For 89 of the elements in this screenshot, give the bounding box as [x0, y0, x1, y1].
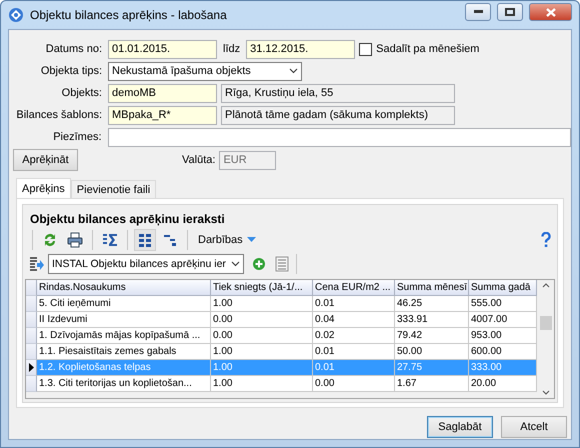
template-code-field[interactable]: MBpaka_R* [108, 106, 217, 124]
table-cell: 5. Citi ieņēmumi [37, 296, 211, 312]
list-icon[interactable] [274, 256, 290, 272]
table-cell: 953.00 [469, 328, 537, 344]
group-title: Objektu bilances aprēķinu ieraksti [30, 212, 226, 228]
printer-icon [67, 232, 83, 248]
date-to-field[interactable]: 31.12.2015. [246, 40, 356, 58]
sum-icon [102, 232, 118, 248]
app-icon [8, 7, 24, 23]
template-name-field: Plānotā tāme gadam (sākuma komplekts) [221, 106, 455, 124]
object-code-field[interactable]: demoMB [108, 84, 217, 102]
cancel-button[interactable]: Atcelt [501, 416, 567, 438]
notes-field[interactable] [108, 128, 571, 146]
tab[interactable]: Pievienotie faili [70, 180, 156, 198]
field-label: Bilances šablons: [15, 109, 102, 121]
save-button[interactable]: Saglabāt [427, 416, 493, 438]
column-header[interactable]: Tiek sniegts (Jā-1/... [211, 280, 313, 296]
tab[interactable]: Aprēķins [16, 178, 71, 198]
object-type-dropdown[interactable]: Nekustamā īpašuma objekts [108, 62, 302, 80]
table-cell: 0.00 [211, 328, 313, 344]
table-cell: 0.00 [211, 312, 313, 328]
table-cell: 50.00 [395, 344, 469, 360]
table-cell: 1. Dzīvojamās mājas kopīpašumā ... [37, 328, 211, 344]
field-label: Piezīmes: [52, 131, 102, 143]
table-cell: 20.00 [469, 376, 537, 392]
header-corner [26, 280, 37, 296]
column-header[interactable]: Cena EUR/m2 ... [313, 280, 395, 296]
table-cell: 333.00 [469, 360, 537, 376]
column-header[interactable]: Rindas.Nosaukums [37, 280, 211, 296]
current-row-icon [28, 363, 34, 372]
field-label: Valūta: [182, 154, 216, 166]
field-label: Objekts: [60, 87, 102, 99]
table-cell: 46.25 [395, 296, 469, 312]
table-cell: 0.01 [313, 296, 395, 312]
chevron-down-icon [289, 68, 298, 74]
table-cell: II Izdevumi [37, 312, 211, 328]
column-header[interactable]: Summa mēnesī [395, 280, 469, 296]
table-cell: 1.00 [211, 296, 313, 312]
field-label: Datums no: [44, 43, 102, 55]
table-cell: 0.00 [313, 376, 395, 392]
table-cell: 79.42 [395, 328, 469, 344]
add-icon[interactable] [252, 257, 266, 271]
window-title: Objektu bilances aprēķins - labošana [30, 8, 228, 22]
refresh-icon [42, 232, 58, 248]
column-header[interactable]: Summa gadā [469, 280, 537, 296]
caret-down-icon [246, 237, 256, 243]
table-cell: 0.01 [313, 360, 395, 376]
table-cell: 1.1. Piesaistītais zemes gabals [37, 344, 211, 360]
scroll-up-icon[interactable] [542, 283, 550, 288]
table-cell: 4007.00 [469, 312, 537, 328]
minimize-button[interactable] [465, 3, 491, 21]
view-dropdown[interactable]: INSTAL Objektu bilances aprēķinu ier [48, 254, 244, 274]
columns-icon [137, 232, 153, 248]
table-cell: 333.91 [395, 312, 469, 328]
vertical-scrollbar[interactable] [538, 280, 554, 398]
close-icon [546, 8, 556, 16]
scrollbar-thumb[interactable] [540, 316, 552, 330]
checkbox-label: Sadalīt pa mēnešiem [376, 43, 480, 55]
table-cell: 555.00 [469, 296, 537, 312]
maximize-icon [505, 8, 515, 16]
toolbar-button[interactable] [134, 229, 156, 251]
table-cell: 27.75 [395, 360, 469, 376]
table-cell: 1.2. Koplietošanas telpas [37, 360, 211, 376]
maximize-button[interactable] [497, 3, 523, 21]
table-cell: 1.00 [211, 344, 313, 360]
table-cell: 0.01 [313, 344, 395, 360]
scroll-down-icon[interactable] [542, 390, 550, 395]
table-cell: 1.00 [211, 360, 313, 376]
field-label: Objekta tips: [40, 65, 102, 77]
chevron-down-icon [231, 261, 240, 267]
currency-field: EUR [219, 150, 276, 170]
row-header[interactable] [26, 360, 37, 376]
minimize-icon [474, 10, 482, 14]
table-cell: 600.00 [469, 344, 537, 360]
table-cell: 1.3. Citi teritorijas un koplietošan... [37, 376, 211, 392]
object-name-field: Rīga, Krustiņu iela, 55 [221, 84, 455, 102]
checkbox[interactable] [359, 42, 372, 56]
table-cell: 1.67 [395, 376, 469, 392]
table-cell: 0.04 [313, 312, 395, 328]
help-icon[interactable] [541, 232, 551, 248]
field-label: līdz [223, 43, 240, 55]
tree-icon [162, 232, 178, 248]
import-icon[interactable] [29, 256, 45, 272]
actions-menu[interactable]: Darbības [194, 234, 260, 246]
calculate-button[interactable]: Aprēķināt [13, 149, 78, 171]
date-from-field[interactable]: 01.01.2015. [108, 40, 217, 58]
close-button[interactable] [529, 3, 572, 21]
table-cell: 0.02 [313, 328, 395, 344]
table-cell: 1.00 [211, 376, 313, 392]
